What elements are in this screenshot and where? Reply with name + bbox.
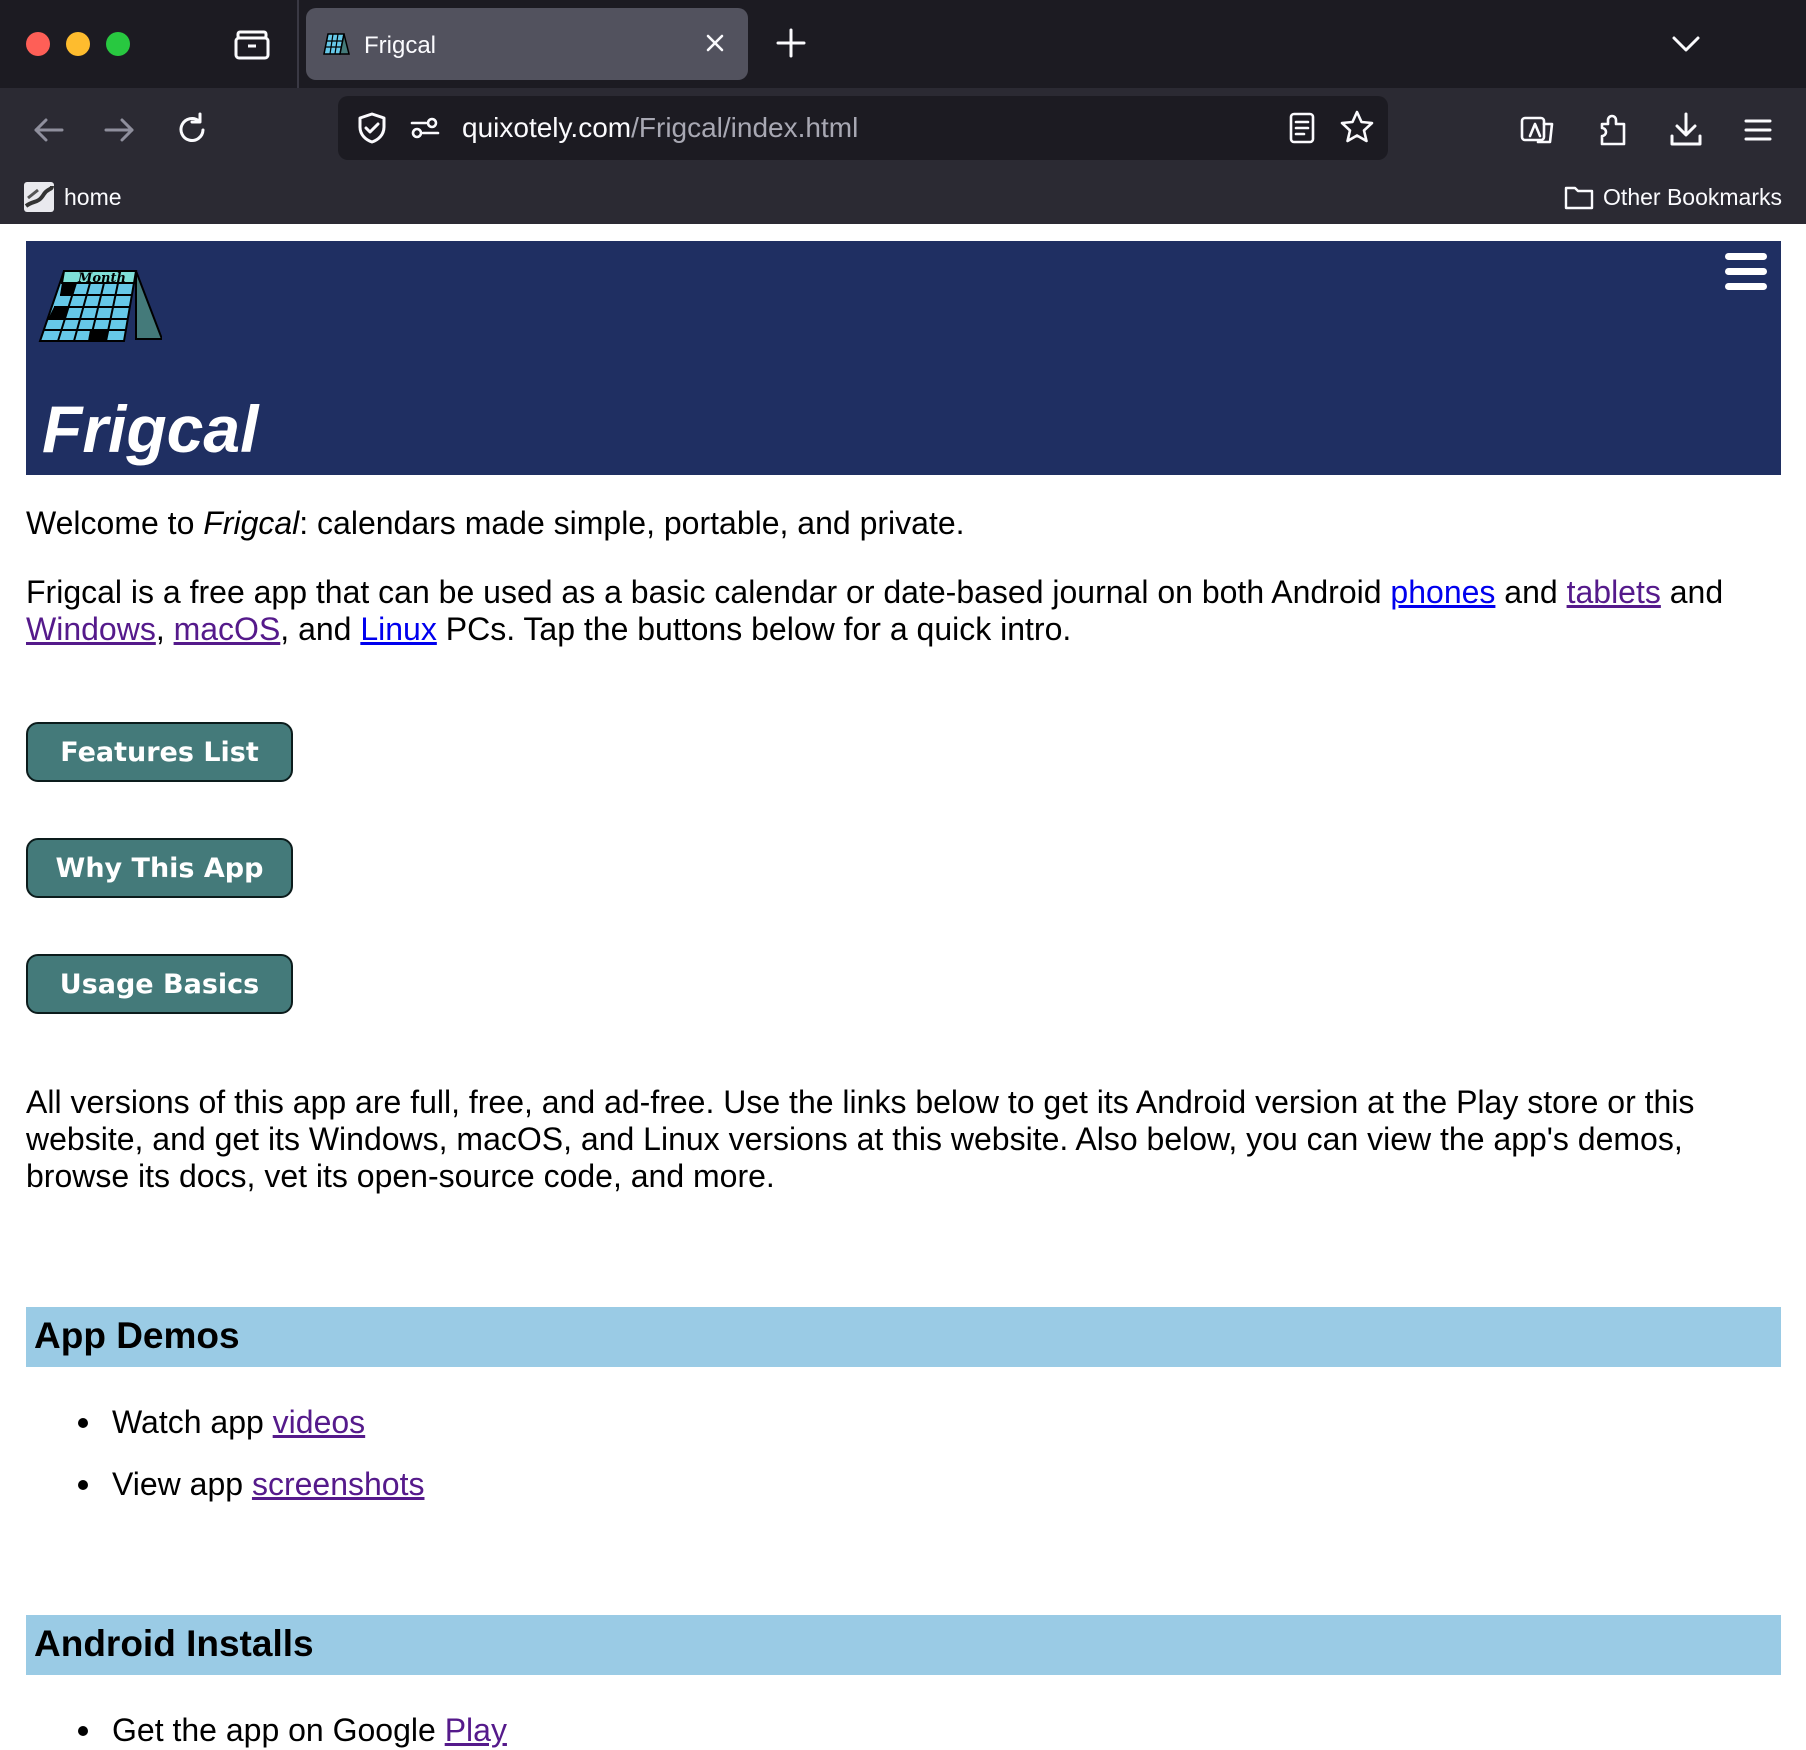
back-arrow-icon[interactable]	[28, 110, 68, 150]
bookmark-home[interactable]: home	[24, 178, 122, 216]
calendar-favicon-icon	[322, 32, 350, 56]
maximize-window-button[interactable]	[106, 32, 130, 56]
intro-text: ,	[155, 611, 174, 647]
app-demos-heading: App Demos	[34, 1315, 240, 1356]
android-installs-section-header: Android Installs	[26, 1615, 1781, 1675]
intro-text: Frigcal is a free app that can be used a…	[26, 574, 1391, 610]
close-tab-icon[interactable]	[700, 28, 730, 58]
reader-view-icon[interactable]	[1286, 110, 1318, 146]
tablets-link[interactable]: tablets	[1567, 574, 1661, 610]
versions-paragraph: All versions of this app are full, free,…	[26, 1084, 1695, 1194]
windows-link[interactable]: Windows	[26, 611, 156, 647]
bookmarks-toolbar: home Other Bookmarks	[0, 170, 1806, 224]
tab-bar: Frigcal	[0, 0, 1806, 88]
url-domain: quixotely.com	[462, 112, 632, 143]
navigation-toolbar: quixotely.com/Frigcal/index.html	[0, 88, 1806, 170]
extensions-puzzle-icon[interactable]	[1592, 108, 1636, 152]
url-text[interactable]: quixotely.com/Frigcal/index.html	[462, 112, 858, 144]
reload-icon[interactable]	[172, 110, 212, 150]
site-menu-hamburger-icon[interactable]	[1725, 253, 1767, 297]
app-menu-icon[interactable]	[1736, 108, 1780, 152]
screenshots-link[interactable]: screenshots	[252, 1466, 425, 1503]
welcome-paragraph: Welcome to Frigcal: calendars made simpl…	[26, 505, 1766, 542]
tracking-shield-icon[interactable]	[354, 110, 390, 146]
close-window-button[interactable]	[26, 32, 50, 56]
browser-chrome: Frigcal quixotely.com/Frigcal/index.html…	[0, 0, 1806, 224]
site-header: Month Frigcal	[26, 241, 1781, 475]
bookmark-home-label: home	[64, 183, 122, 210]
other-bookmarks-label: Other Bookmarks	[1603, 183, 1782, 210]
videos-link[interactable]: videos	[273, 1404, 366, 1441]
welcome-prefix: Welcome to	[26, 505, 204, 541]
page-content: Month Frigcal Welcome to Frigcal: calend…	[0, 224, 1806, 1750]
intro-text: , and	[280, 611, 361, 647]
list-item-text: Watch app	[112, 1404, 273, 1440]
android-installs-heading: Android Installs	[34, 1623, 314, 1664]
list-item: Watch app videos	[78, 1404, 365, 1441]
list-item: View app screenshots	[78, 1466, 424, 1503]
intro-paragraph: Frigcal is a free app that can be used a…	[26, 574, 1766, 648]
macos-link[interactable]: macOS	[174, 611, 281, 647]
home-bookmark-favicon-icon	[24, 182, 54, 212]
address-bar[interactable]: quixotely.com/Frigcal/index.html	[338, 96, 1388, 160]
bookmark-star-icon[interactable]	[1338, 108, 1376, 146]
chevron-down-icon[interactable]	[1668, 26, 1704, 62]
calendar-logo-icon[interactable]: Month	[38, 267, 164, 353]
minimize-window-button[interactable]	[66, 32, 90, 56]
bullet-icon	[78, 1725, 88, 1736]
list-item-text: Get the app on Google	[112, 1712, 445, 1748]
features-list-button[interactable]: Features List	[26, 722, 293, 782]
why-this-app-button[interactable]: Why This App	[26, 838, 293, 898]
intro-text: and	[1495, 574, 1567, 610]
bullet-icon	[78, 1479, 88, 1490]
other-bookmarks[interactable]: Other Bookmarks	[1563, 178, 1782, 216]
app-demos-section-header: App Demos	[26, 1307, 1781, 1367]
usage-basics-button[interactable]: Usage Basics	[26, 954, 293, 1014]
tab-overview-icon[interactable]	[232, 26, 272, 62]
bullet-icon	[78, 1417, 88, 1428]
tab-divider	[297, 0, 299, 88]
welcome-app-name: Frigcal	[203, 505, 300, 541]
phones-link[interactable]: phones	[1390, 574, 1495, 610]
folder-icon	[1564, 186, 1594, 210]
list-item-text: View app	[112, 1466, 252, 1502]
list-item: Get the app on Google Play	[78, 1712, 507, 1749]
tab-title: Frigcal	[364, 32, 437, 59]
new-tab-plus-icon[interactable]	[772, 24, 810, 62]
forward-arrow-icon[interactable]	[100, 110, 140, 150]
active-tab[interactable]: Frigcal	[306, 8, 748, 80]
intro-text: and	[1660, 574, 1724, 610]
linux-link[interactable]: Linux	[360, 611, 437, 647]
url-path: /Frigcal/index.html	[631, 112, 859, 143]
google-play-link[interactable]: Play	[445, 1712, 507, 1749]
translate-icon[interactable]	[1516, 108, 1560, 152]
site-title: Frigcal	[42, 392, 259, 466]
download-icon[interactable]	[1664, 108, 1708, 152]
site-permissions-icon[interactable]	[408, 112, 442, 144]
welcome-suffix: : calendars made simple, portable, and p…	[299, 505, 965, 541]
intro-text: PCs. Tap the buttons below for a quick i…	[436, 611, 1072, 647]
